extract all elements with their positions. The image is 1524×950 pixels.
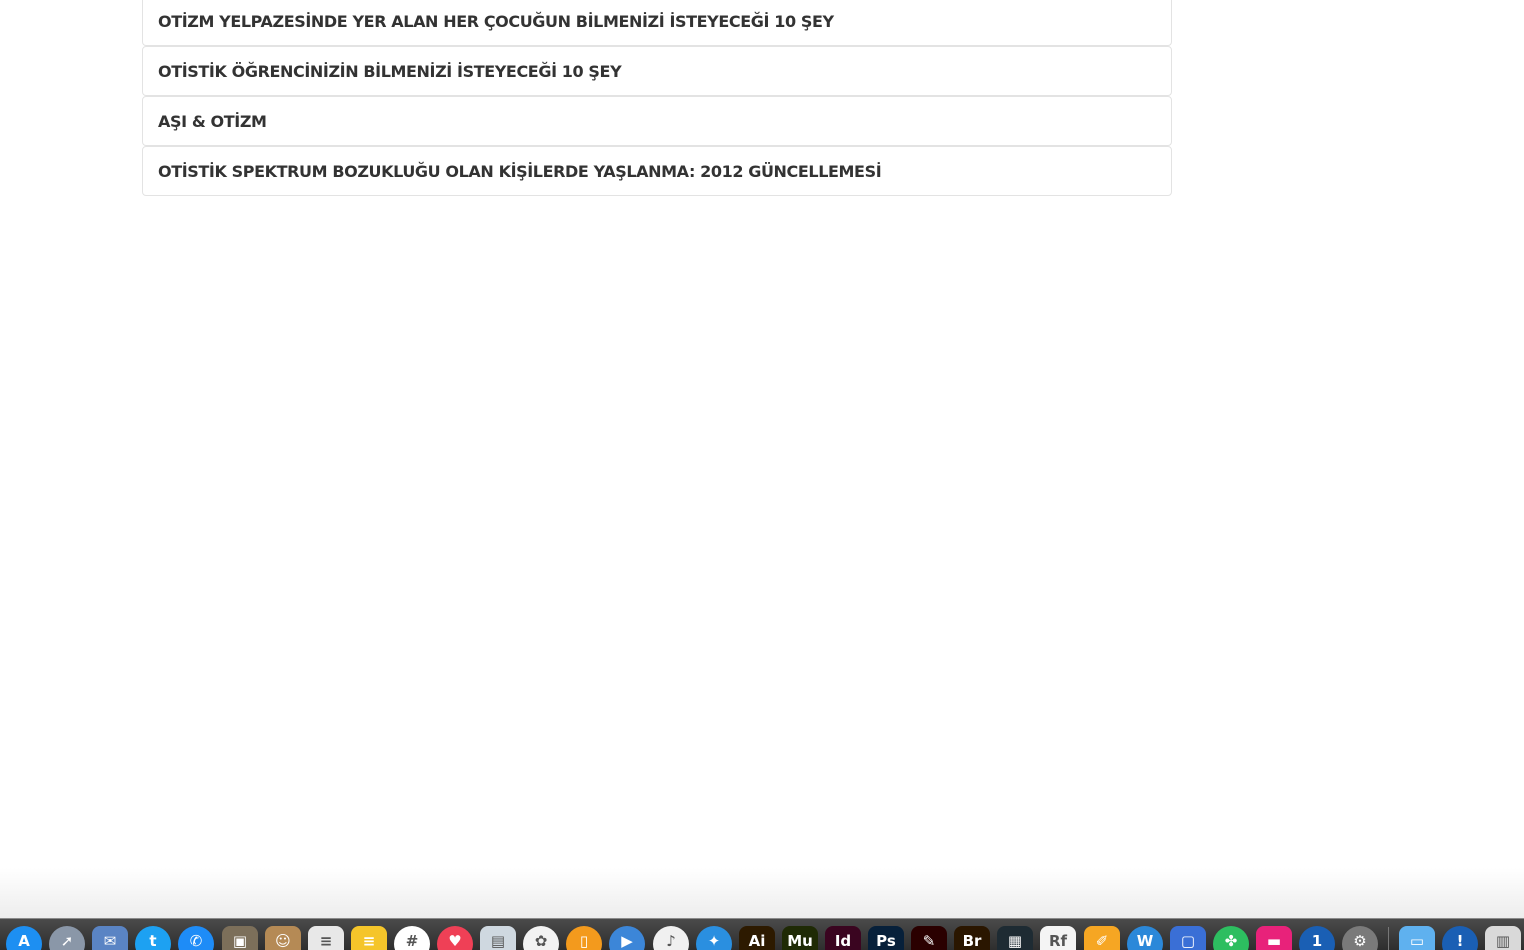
twitter-icon[interactable]: t (135, 926, 171, 950)
wunderlist-icon[interactable]: W (1127, 926, 1163, 950)
page: OTİZM YELPAZESİNDE YER ALAN HER ÇOCUĞUN … (0, 0, 1524, 950)
article-item-4[interactable]: OTİSTİK SPEKTRUM BOZUKLUĞU OLAN KİŞİLERD… (142, 146, 1172, 196)
macos-dock: A ➚ ✉ t ✆ ▣ ☺ ≡ ≡ # ♥ ▤ ✿ ▯ ▶ ♪ ✦ Ai Mu Id Ps ✎ Br ▦ Rf ✐ W ▢ ✤ ▬ 1 ⚙ ▭!… (0, 918, 1524, 950)
preview-icon[interactable]: ▤ (480, 926, 516, 950)
downloads-folder-icon[interactable]: ▭ (1399, 926, 1435, 950)
acrobat-icon[interactable]: ✎ (911, 926, 947, 950)
pages-icon[interactable]: ✐ (1084, 926, 1120, 950)
system-preferences-icon[interactable]: ⚙ (1342, 926, 1378, 950)
article-item-2[interactable]: OTİSTİK ÖĞRENCİNİZİN BİLMENİZİ İSTEYECEĞ… (142, 46, 1172, 96)
pocket-icon[interactable]: ♥ (437, 926, 473, 950)
article-link-1[interactable]: OTİZM YELPAZESİNDE YER ALAN HER ÇOCUĞUN … (158, 12, 834, 31)
archive-icon[interactable]: ▣ (222, 926, 258, 950)
indesign-icon[interactable]: Id (825, 926, 861, 950)
article-item-1[interactable]: OTİZM YELPAZESİNDE YER ALAN HER ÇOCUĞUN … (142, 0, 1172, 46)
mail-icon[interactable]: ✉ (92, 926, 128, 950)
safari-icon[interactable]: ✦ (696, 926, 732, 950)
notes-icon[interactable]: ≡ (351, 926, 387, 950)
ibooks-icon[interactable]: ▯ (566, 926, 602, 950)
photoshop-icon[interactable]: Ps (868, 926, 904, 950)
article-link-3[interactable]: AŞI & OTİZM (158, 112, 267, 131)
slack-icon[interactable]: # (394, 926, 430, 950)
rf-app-icon[interactable]: Rf (1040, 926, 1076, 950)
coda-icon[interactable]: ▦ (997, 926, 1033, 950)
bridge-icon[interactable]: Br (954, 926, 990, 950)
evernote-icon[interactable]: ✤ (1213, 926, 1249, 950)
article-link-4[interactable]: OTİSTİK SPEKTRUM BOZUKLUĞU OLAN KİŞİLERD… (158, 162, 882, 181)
contacts-icon[interactable]: ☺ (265, 926, 301, 950)
1password-mini-icon[interactable]: ! (1442, 926, 1478, 950)
illustrator-icon[interactable]: Ai (739, 926, 775, 950)
article-item-3[interactable]: AŞI & OTİZM (142, 96, 1172, 146)
trash-icon[interactable]: ▥ (1485, 926, 1521, 950)
launchpad-icon[interactable]: ➚ (49, 926, 85, 950)
folder-pink-icon[interactable]: ▬ (1256, 926, 1292, 950)
photos-icon[interactable]: ✿ (523, 926, 559, 950)
messenger-icon[interactable]: ✆ (178, 926, 214, 950)
article-link-2[interactable]: OTİSTİK ÖĞRENCİNİZİN BİLMENİZİ İSTEYECEĞ… (158, 62, 622, 81)
itunes-icon[interactable]: ♪ (653, 926, 689, 950)
1password-icon[interactable]: 1 (1299, 926, 1335, 950)
dock-separator (1388, 927, 1389, 950)
article-list: OTİZM YELPAZESİNDE YER ALAN HER ÇOCUĞUN … (142, 0, 1172, 196)
dock-backdrop (0, 868, 1524, 920)
keynote-icon[interactable]: ▢ (1170, 926, 1206, 950)
muse-icon[interactable]: Mu (782, 926, 818, 950)
textedit-icon[interactable]: ≡ (308, 926, 344, 950)
app-store-icon[interactable]: A (6, 926, 42, 950)
quicktime-icon[interactable]: ▶ (609, 926, 645, 950)
